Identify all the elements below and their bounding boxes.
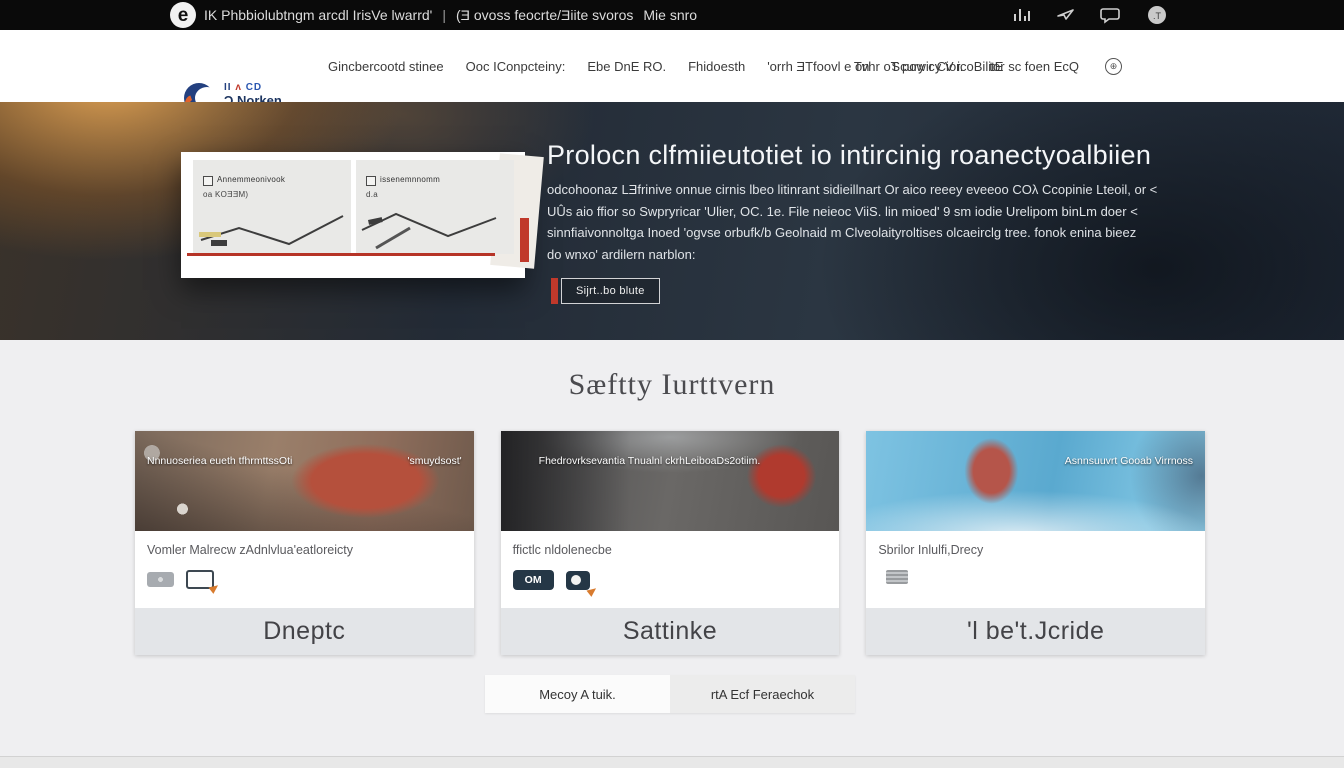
card-water-body: Sbrilor Inlulfi,Drecy bbox=[866, 531, 1205, 608]
cta-red-bar bbox=[551, 278, 558, 304]
card-interior[interactable]: Fhedrovrksevantia Tnualnl ckrhLeiboaDs2o… bbox=[501, 431, 840, 655]
language-globe-icon[interactable]: ⊕ bbox=[1105, 58, 1122, 75]
overlay-left-text: Nnnuoseriea eueth tfhrmttssOti bbox=[147, 455, 292, 467]
card-industrial-icons bbox=[147, 570, 462, 589]
om-badge[interactable]: OM bbox=[513, 570, 554, 590]
card-interior-icons: OM bbox=[513, 570, 828, 590]
card-water-image: Asnnsuuvrt Gooab Virrnoss bbox=[866, 431, 1205, 531]
checkbox-glyph bbox=[203, 176, 213, 186]
topbar-icons: .T bbox=[1012, 0, 1168, 30]
report-red-rule bbox=[187, 253, 495, 256]
nav-right-item-2[interactable]: tor sc foen EcQ bbox=[989, 59, 1079, 74]
card-water-title[interactable]: 'l be't.Jcride bbox=[866, 608, 1205, 655]
nav-item-2[interactable]: Ooc IConpcteiny: bbox=[466, 59, 566, 74]
send-icon[interactable] bbox=[1056, 5, 1076, 25]
printer-icon[interactable] bbox=[886, 570, 908, 584]
topbar-brand-row: IK Phbbiolubtngm arcdl IrisVe lwarrd' | … bbox=[204, 0, 697, 30]
top-utility-bar: e IK Phbbiolubtngm arcdl IrisVe lwarrd' … bbox=[0, 0, 1344, 30]
nav-right-item-1[interactable]: Tvhr oT powir Cior. bbox=[854, 59, 964, 74]
topbar-menu-link-1[interactable]: (Ǝ ovoss feocrte/Ǝiite svoros bbox=[456, 7, 633, 23]
card-water-overlay: Asnnsuuvrt Gooab Virrnoss bbox=[878, 455, 1193, 467]
hero-paragraph: odcohoonaz LƎfrinive onnue cirnis lbeo l… bbox=[547, 179, 1157, 265]
card-interior-title[interactable]: Sattinke bbox=[501, 608, 840, 655]
main-nav: II ᴧ CD Ɔ Norken Gincbercootd stinee Ooc… bbox=[0, 30, 1344, 102]
checkbox-glyph bbox=[366, 176, 376, 186]
globe-icon[interactable]: .T bbox=[1146, 4, 1168, 26]
card-industrial-subtitle: Vomler Malrecw zAdnlvlua'eatloreicty bbox=[147, 543, 462, 557]
hero-line-1: odcohoonaz LƎfrinive onnue cirnis lbeo l… bbox=[547, 179, 1157, 201]
report-chart-1 bbox=[193, 206, 351, 252]
overlay-right-text: 'smuydsost' bbox=[407, 455, 461, 467]
card-interior-overlay: Fhedrovrksevantia Tnualnl ckrhLeiboaDs2o… bbox=[513, 455, 828, 467]
pencil-icon bbox=[586, 585, 598, 597]
report-chart-2 bbox=[356, 202, 514, 252]
report-panel-2-line2: d.a bbox=[366, 190, 378, 199]
card-row: Nnnuoseriea eueth tfhrmttssOti 'smuydsos… bbox=[135, 431, 1205, 655]
hero-red-accent bbox=[520, 218, 529, 262]
report-panel-1-line2: oa KOƎƎM) bbox=[203, 190, 248, 199]
card-interior-subtitle: ffictlc nldolenecbe bbox=[513, 543, 828, 557]
nav-item-1[interactable]: Gincbercootd stinee bbox=[328, 59, 444, 74]
hero-line-4: do wnxo' ardilern narblon: bbox=[547, 244, 1157, 266]
cta-label: Sijrt..bo blute bbox=[561, 278, 660, 304]
nav-right-group: Tvhr oT powir Cior. tor sc foen EcQ ⊕ bbox=[854, 30, 1122, 102]
hero-section: Annemmeonivook oa KOƎƎM) issenemnnomm d.… bbox=[0, 102, 1344, 340]
hero-cta-button[interactable]: Sijrt..bo blute bbox=[551, 278, 660, 304]
svg-text:.T: .T bbox=[1153, 11, 1162, 21]
page: e IK Phbbiolubtngm arcdl IrisVe lwarrd' … bbox=[0, 0, 1344, 768]
chart-icon[interactable] bbox=[1012, 5, 1032, 25]
report-panel-1: Annemmeonivook oa KOƎƎM) bbox=[193, 160, 351, 254]
logo-top-c: CD bbox=[246, 82, 262, 93]
edit-icon[interactable] bbox=[566, 571, 590, 590]
safety-section: Sæftty Iurttvern Nnnuoseriea eueth tfhrm… bbox=[0, 340, 1344, 756]
site-mark-icon[interactable]: e bbox=[170, 2, 196, 28]
report-panel-2-line1: issenemnnomm bbox=[380, 175, 440, 184]
report-panel-2: issenemnnomm d.a bbox=[356, 160, 514, 254]
section-heading: Sæftty Iurttvern bbox=[0, 368, 1344, 402]
footer-link-2[interactable]: rtA Ecf Feraechok bbox=[670, 675, 855, 713]
card-industrial[interactable]: Nnnuoseriea eueth tfhrmttssOti 'smuydsos… bbox=[135, 431, 474, 655]
hero-line-2: UÛs aio ffior so Swpryricar 'Ulier, OC. … bbox=[547, 201, 1157, 223]
hero-title: Prolocn clfmiieutotiet io intircinig roa… bbox=[547, 140, 1151, 171]
topbar-brand-text: IK Phbbiolubtngm arcdl IrisVe lwarrd' bbox=[204, 7, 432, 23]
nav-item-4[interactable]: Fhidoesth bbox=[688, 59, 745, 74]
card-interior-body: ffictlc nldolenecbe OM bbox=[501, 531, 840, 608]
hero-line-3: sinnfiaivonnoltga Inoed 'ogvse orbufk/b … bbox=[547, 222, 1157, 244]
hero-report-image: Annemmeonivook oa KOƎƎM) issenemnnomm d.… bbox=[181, 152, 525, 278]
card-industrial-overlay: Nnnuoseriea eueth tfhrmttssOti 'smuydsos… bbox=[147, 455, 462, 467]
topbar-menu-link-2[interactable]: Mie snro bbox=[643, 7, 697, 23]
card-water[interactable]: Asnnsuuvrt Gooab Virrnoss Sbrilor Inlulf… bbox=[866, 431, 1205, 655]
card-industrial-image: Nnnuoseriea eueth tfhrmttssOti 'smuydsos… bbox=[135, 431, 474, 531]
logo-top-a: II bbox=[224, 82, 232, 93]
topbar-separator: | bbox=[442, 7, 446, 23]
report-panel-1-line1: Annemmeonivook bbox=[217, 175, 285, 184]
logo-top-b: ᴧ bbox=[235, 82, 242, 93]
overlay-text: Asnnsuuvrt Gooab Virrnoss bbox=[1065, 455, 1193, 467]
pencil-icon bbox=[208, 582, 220, 594]
overlay-text: Fhedrovrksevantia Tnualnl ckrhLeiboaDs2o… bbox=[539, 455, 761, 467]
bottom-strip bbox=[0, 756, 1344, 768]
card-water-icons bbox=[878, 570, 1193, 584]
chat-icon[interactable] bbox=[1100, 5, 1122, 25]
card-industrial-title[interactable]: Dneptc bbox=[135, 608, 474, 655]
card-water-subtitle: Sbrilor Inlulfi,Drecy bbox=[878, 543, 1193, 557]
card-industrial-body: Vomler Malrecw zAdnlvlua'eatloreicty bbox=[135, 531, 474, 608]
nav-item-3[interactable]: Ebe DnE RO. bbox=[587, 59, 666, 74]
laptop-edit-icon[interactable] bbox=[186, 570, 214, 589]
footer-links-band: Mecoy A tuik. rtA Ecf Feraechok bbox=[485, 675, 855, 713]
card-interior-image: Fhedrovrksevantia Tnualnl ckrhLeiboaDs2o… bbox=[501, 431, 840, 531]
footer-link-1[interactable]: Mecoy A tuik. bbox=[485, 675, 670, 713]
sd-card-icon[interactable] bbox=[147, 572, 174, 587]
